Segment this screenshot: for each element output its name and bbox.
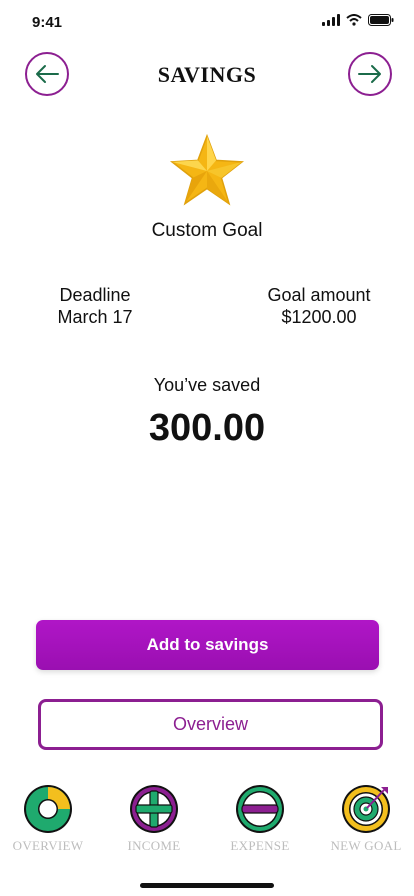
saved-label: You’ve saved: [153, 375, 261, 395]
status-icons: [322, 14, 394, 26]
battery-icon: [368, 14, 394, 26]
forward-button[interactable]: [348, 52, 392, 96]
status-time: 9:41: [32, 14, 63, 31]
wifi-icon: [346, 14, 362, 26]
deadline-block: Deadline March 17: [5, 284, 185, 328]
goal-amount-value: $1200.00: [281, 307, 357, 327]
goal-amount-block: Goal amount $1200.00: [229, 284, 409, 328]
target-icon: [342, 785, 390, 833]
nav-label-overview: OVERVIEW: [12, 838, 84, 853]
header: SAVINGS: [0, 52, 414, 100]
saved-amount: 300.00: [148, 407, 266, 449]
bottom-nav: OVERVIEW INCOME EXPENSE NEW GOAL: [0, 783, 414, 863]
nav-label-expense: EXPENSE: [230, 838, 290, 853]
nav-item-expense[interactable]: EXPENSE: [210, 783, 310, 854]
nav-label-income: INCOME: [127, 838, 181, 853]
home-indicator: [140, 883, 274, 888]
status-bar: 9:41: [0, 0, 414, 44]
deadline-label: Deadline: [59, 285, 131, 305]
signal-icon: [322, 14, 340, 26]
minus-circle-icon: [236, 785, 284, 833]
overview-button[interactable]: Overview: [38, 699, 383, 750]
plus-circle-icon: [130, 785, 178, 833]
nav-label-new-goal: NEW GOAL: [330, 838, 402, 853]
goal-amount-label: Goal amount: [267, 285, 371, 305]
deadline-value: March 17: [57, 307, 133, 327]
arrow-right-icon: [358, 65, 381, 83]
nav-item-overview[interactable]: OVERVIEW: [0, 783, 98, 854]
add-to-savings-button[interactable]: Add to savings: [36, 620, 379, 670]
star-icon: [169, 133, 245, 206]
goal-name: Custom Goal: [151, 220, 263, 241]
donut-chart-icon: [24, 785, 72, 833]
nav-item-new-goal[interactable]: NEW GOAL: [316, 783, 414, 854]
nav-item-income[interactable]: INCOME: [104, 783, 204, 854]
